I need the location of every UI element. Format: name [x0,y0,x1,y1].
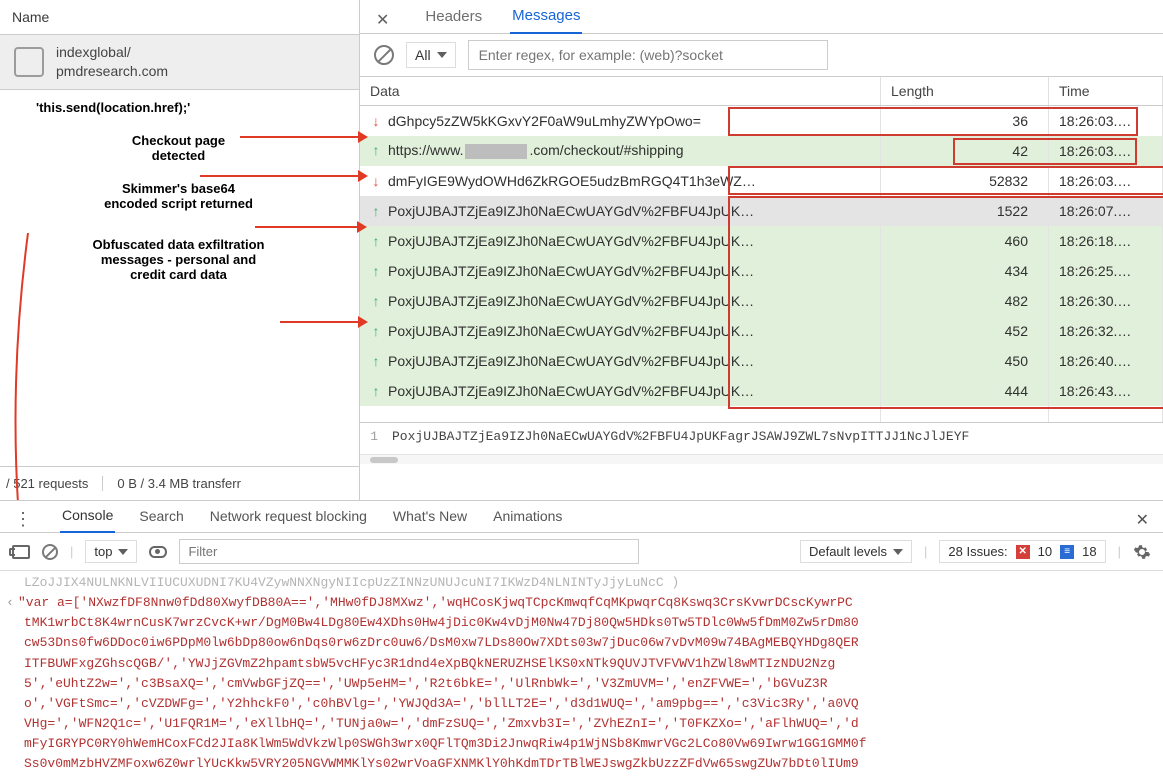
message-row[interactable]: ↑PoxjUJBAJTZjEa9IZJh0NaECwUAYGdV%2FBFU4J… [360,376,1163,406]
chevron-down-icon [118,549,128,555]
tab-search[interactable]: Search [137,508,185,532]
message-row[interactable]: ↑https://www..com/checkout/#shipping4218… [360,136,1163,166]
col-data[interactable]: Data [360,77,881,106]
console-output[interactable]: LZoJJIX4NULNKNLVIIUCUXUDNI7KU4VZywNNXNgy… [0,571,1163,778]
console-code-line: ‹"var a=['NXwzfDF8Nnw0fDd80XwyfDB80A==',… [2,593,1155,613]
arrow-up-icon: ↑ [370,233,382,249]
arrow-up-icon: ↑ [370,383,382,399]
message-row[interactable]: ↑PoxjUJBAJTZjEa9IZJh0NaECwUAYGdV%2FBFU4J… [360,226,1163,256]
message-row[interactable]: ↓dmFyIGE9WydOWHd6ZkRGOE5udzBmRGQ4T1h3eWZ… [360,166,1163,196]
tab-nrb[interactable]: Network request blocking [208,508,369,532]
annotation-area: 'this.send(location.href);' Checkout pag… [0,90,359,466]
messages-filter-bar: All [360,34,1163,77]
direction-filter[interactable]: All [406,42,456,68]
raw-frame-pane: 1 PoxjUJBAJTZjEa9IZJh0NaECwUAYGdV%2FBFU4… [360,422,1163,454]
toggle-sidebar-icon[interactable] [12,545,30,559]
request-icon [14,47,44,77]
request-row[interactable]: indexglobal/ pmdresearch.com [0,35,359,90]
arrow-up-icon: ↑ [370,142,382,158]
message-row[interactable]: ↓dGhpcy5zZW5kKGxvY2F0aW9uLmhyZWYpOwo=361… [360,106,1163,136]
arrow-up-icon: ↑ [370,323,382,339]
message-row[interactable]: ↑PoxjUJBAJTZjEa9IZJh0NaECwUAYGdV%2FBFU4J… [360,286,1163,316]
message-row[interactable]: ↑PoxjUJBAJTZjEa9IZJh0NaECwUAYGdV%2FBFU4J… [360,346,1163,376]
expand-caret-icon[interactable]: ‹ [2,593,18,613]
message-row[interactable]: ↑PoxjUJBAJTZjEa9IZJh0NaECwUAYGdV%2FBFU4J… [360,196,1163,226]
tab-messages[interactable]: Messages [510,7,582,34]
context-selector[interactable]: top [85,540,137,563]
tab-headers[interactable]: Headers [423,8,484,33]
detail-tab-bar: ✕ Headers Messages [360,0,1163,34]
tab-whats-new[interactable]: What's New [391,508,469,532]
console-code-line: Ss0v0mMzbHVZMFoxw6Z0wrlYUcKkw5VRY205NGVW… [2,754,1155,774]
chevron-down-icon [893,549,903,555]
console-code-line: mFyIGRYPC0RY0hWemHCoxFCd2JIa8KlWm5WdVkzW… [2,734,1155,754]
log-levels-selector[interactable]: Default levels [800,540,912,563]
col-time[interactable]: Time [1049,77,1163,106]
column-name-header[interactable]: Name [0,0,359,35]
annotation-checkout: Checkout pagedetected [6,133,351,163]
raw-line-number: 1 [360,427,384,444]
arrow-up-icon: ↑ [370,203,382,219]
arrow-up-icon: ↑ [370,293,382,309]
annotation-send-href: 'this.send(location.href);' [6,100,351,115]
messages-table: Data Length Time ↓dGhpcy5zZW5kKGxvY2F0aW… [360,77,1163,422]
info-icon: ≡ [1060,545,1074,559]
gear-icon[interactable] [1133,543,1151,561]
tab-console[interactable]: Console [60,507,115,533]
raw-line-content: PoxjUJBAJTZjEa9IZJh0NaECwUAYGdV%2FBFU4Jp… [384,427,1163,444]
close-drawer-icon[interactable]: ✕ [1136,510,1149,530]
arrow-down-icon: ↓ [370,113,382,129]
console-code-line: 5','eUhtZ2w=','c3BsaXQ=','cmVwbGFjZQ==',… [2,674,1155,694]
drawer-tab-bar: ⋮ Console Search Network request blockin… [0,501,1163,533]
console-code-line: tMK1wrbCt8K4wrnCusK7wrzCvcK+wr/DgM0Bw4LD… [2,613,1155,633]
message-row[interactable]: ↑PoxjUJBAJTZjEa9IZJh0NaECwUAYGdV%2FBFU4J… [360,256,1163,286]
console-code-line: o','VGFtSmc=','cVZDWFg=','Y2hhckF0','c0h… [2,694,1155,714]
console-line-faded: LZoJJIX4NULNKNLVIIUCUXUDNI7KU4VZywNNXNgy… [2,573,1155,593]
console-filter-input[interactable] [179,539,639,564]
annotation-exfil: Obfuscated data exfiltrationmessages - p… [6,237,351,282]
console-code-line: cw53Dns0fw6DDoc0iw6PDpM0lw6bDp80ow6nDqs0… [2,633,1155,653]
error-icon: ✕ [1016,545,1030,559]
regex-filter-input[interactable] [468,40,828,70]
close-icon[interactable]: ✕ [376,10,389,30]
arrow-up-icon: ↑ [370,353,382,369]
clear-console-icon[interactable] [42,544,58,560]
redacted-block [465,144,527,159]
requests-status-bar: / 521 requests 0 B / 3.4 MB transferr [0,466,359,500]
request-label: indexglobal/ pmdresearch.com [56,43,168,81]
console-code-line: VHg=','WFN2Q1c=','U1FQR1M=','eXllbHQ=','… [2,714,1155,734]
tab-animations[interactable]: Animations [491,508,564,532]
message-row[interactable]: ↑PoxjUJBAJTZjEa9IZJh0NaECwUAYGdV%2FBFU4J… [360,316,1163,346]
arrow-up-icon: ↑ [370,263,382,279]
chevron-down-icon [437,52,447,58]
console-code-line: ITFBUWFxgZGhscQGB/','YWJjZGVmZ2hpamtsbW5… [2,654,1155,674]
issues-indicator[interactable]: 28 Issues: ✕10 ≡18 [939,540,1105,563]
col-length[interactable]: Length [881,77,1049,106]
kebab-icon[interactable]: ⋮ [14,509,32,530]
horizontal-scroll[interactable] [360,454,1163,464]
console-toolbar: | top Default levels | 28 Issues: ✕10 ≡1… [0,533,1163,571]
arrow-down-icon: ↓ [370,173,382,189]
clear-icon[interactable] [374,45,394,65]
live-expression-icon[interactable] [149,546,167,558]
annotation-skimmer: Skimmer's base64encoded script returned [6,181,351,211]
